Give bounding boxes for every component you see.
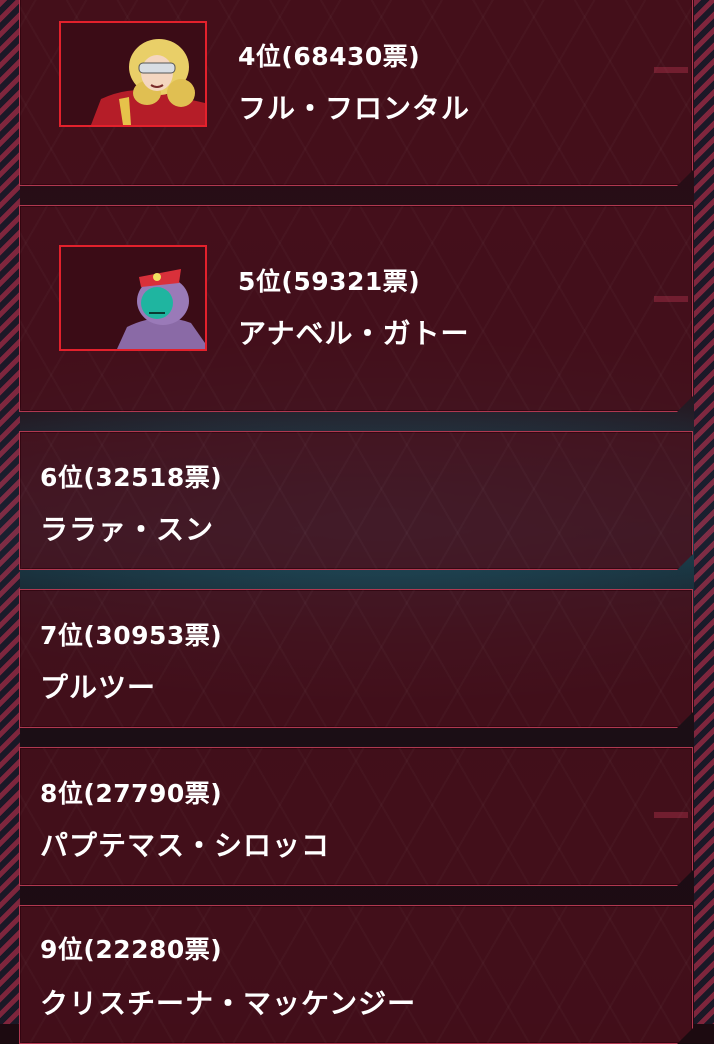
hex-pattern — [20, 748, 692, 885]
side-marker — [654, 296, 688, 302]
side-marker — [654, 67, 688, 73]
rank-votes: 9位(22280票) — [40, 935, 223, 964]
left-striped-frame — [0, 0, 20, 1024]
ranking-card[interactable]: 8位(27790票) パプテマス・シロッコ — [19, 747, 693, 886]
rank-votes: 8位(27790票) — [40, 779, 223, 808]
right-striped-frame — [694, 0, 714, 1024]
hex-pattern — [20, 590, 692, 727]
ranking-card[interactable]: 4位(68430票) フル・フロンタル — [19, 0, 693, 186]
frontal-portrait-image — [61, 23, 205, 125]
ranking-card[interactable]: 9位(22280票) クリスチーナ・マッケンジー — [19, 905, 693, 1044]
rank-votes: 4位(68430票) — [238, 42, 421, 71]
gato-portrait-image — [61, 247, 205, 349]
hex-pattern — [20, 906, 692, 1043]
rank-votes: 5位(59321票) — [238, 267, 421, 296]
character-name: フル・フロンタル — [238, 92, 471, 125]
character-portrait — [59, 21, 207, 127]
ranking-card[interactable]: 5位(59321票) アナベル・ガトー — [19, 205, 693, 412]
rank-votes: 7位(30953票) — [40, 621, 223, 650]
character-name: ララァ・スン — [40, 513, 215, 546]
character-name: アナベル・ガトー — [238, 317, 470, 350]
ranking-card[interactable]: 7位(30953票) プルツー — [19, 589, 693, 728]
character-name: パプテマス・シロッコ — [40, 829, 331, 862]
character-portrait — [59, 245, 207, 351]
ranking-card[interactable]: 6位(32518票) ララァ・スン — [19, 431, 693, 570]
character-name: クリスチーナ・マッケンジー — [40, 987, 417, 1020]
rank-votes: 6位(32518票) — [40, 463, 223, 492]
hex-pattern — [20, 432, 692, 569]
character-name: プルツー — [40, 671, 157, 704]
side-marker — [654, 812, 688, 818]
